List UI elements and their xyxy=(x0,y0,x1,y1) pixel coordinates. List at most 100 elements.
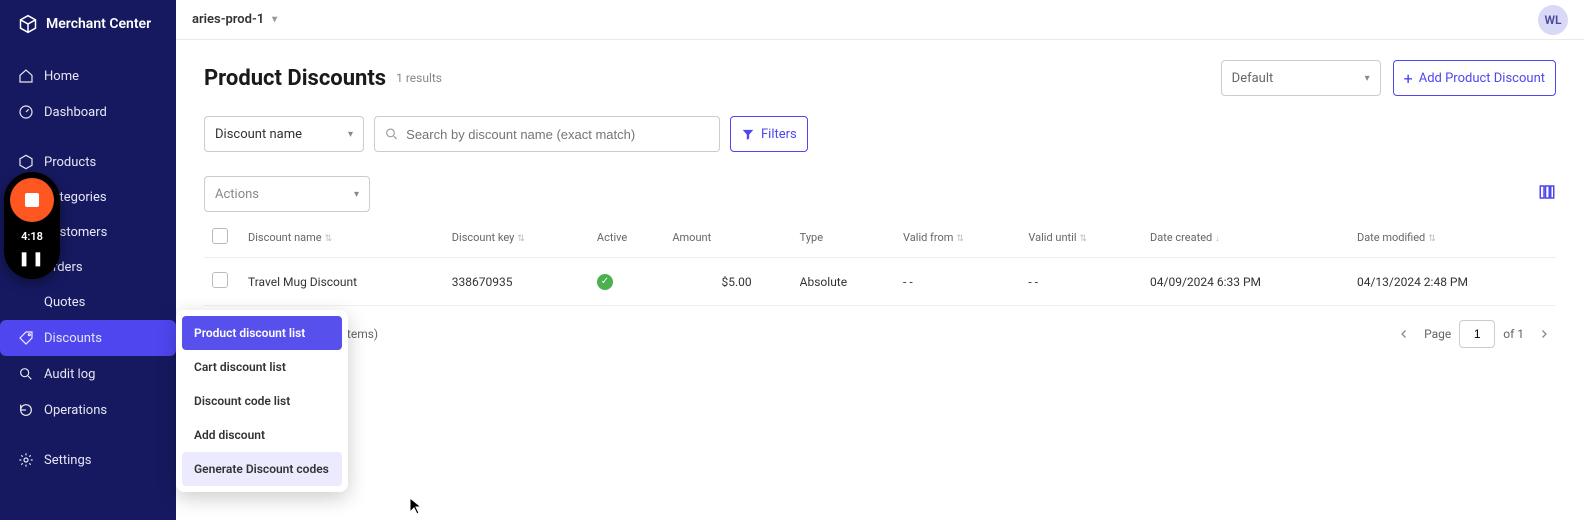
page-input[interactable] xyxy=(1459,320,1495,348)
items-summary: items) xyxy=(344,327,378,341)
search-input[interactable] xyxy=(404,126,709,143)
row-checkbox[interactable] xyxy=(212,272,228,288)
page-next-button[interactable] xyxy=(1532,322,1556,346)
col-amount[interactable]: Amount xyxy=(664,218,791,258)
gauge-icon xyxy=(18,104,34,120)
cell-valid-from: - - xyxy=(895,258,1020,306)
search-field-value: Discount name xyxy=(215,127,302,142)
cell-date-modified: 04/13/2024 2:48 PM xyxy=(1349,258,1556,306)
add-product-discount-button[interactable]: + Add Product Discount xyxy=(1393,60,1556,96)
cell-date-created: 04/09/2024 6:33 PM xyxy=(1142,258,1349,306)
actions-label: Actions xyxy=(215,187,259,202)
sidebar-item-label: Discounts xyxy=(44,331,102,346)
recorder-pause-button[interactable]: ❚❚ xyxy=(18,251,45,267)
table-footer: items) Page of 1 xyxy=(204,320,1556,348)
page-title: Product Discounts xyxy=(204,66,386,91)
columns-button[interactable] xyxy=(1538,183,1556,205)
sidebar-item-quotes[interactable]: Quotes xyxy=(0,285,176,320)
sidebar-item-dashboard[interactable]: Dashboard xyxy=(0,94,176,130)
recorder-stop-button[interactable] xyxy=(10,178,54,222)
box-icon xyxy=(18,154,34,170)
recorder-widget: 4:18 ❚❚ xyxy=(4,172,60,279)
sort-select[interactable]: Default ▾ xyxy=(1221,60,1381,96)
project-name: aries-prod-1 xyxy=(192,12,264,27)
col-active[interactable]: Active xyxy=(589,218,664,258)
col-discount-name[interactable]: Discount name⇅ xyxy=(240,218,444,258)
cube-icon xyxy=(18,14,38,34)
refresh-icon xyxy=(18,402,34,418)
results-count: 1 results xyxy=(396,71,442,85)
plus-icon: + xyxy=(1404,69,1413,88)
page-header: Product Discounts 1 results Default ▾ + … xyxy=(204,60,1556,96)
cell-discount-name: Travel Mug Discount xyxy=(240,258,444,306)
sidebar-item-settings[interactable]: Settings xyxy=(0,442,176,478)
actions-select[interactable]: Actions ▾ xyxy=(204,176,370,212)
main-content: Product Discounts 1 results Default ▾ + … xyxy=(176,40,1584,520)
chevron-down-icon: ▾ xyxy=(348,129,353,140)
stop-icon xyxy=(25,193,39,207)
columns-icon xyxy=(1538,183,1556,201)
filters-button[interactable]: Filters xyxy=(730,116,808,152)
col-date-created[interactable]: Date created↓ xyxy=(1142,218,1349,258)
avatar-initials: WL xyxy=(1544,13,1561,27)
cell-type: Absolute xyxy=(792,258,895,306)
chevron-down-icon: ▾ xyxy=(1365,73,1370,84)
chevron-down-icon: ▾ xyxy=(354,189,359,200)
search-field-select[interactable]: Discount name ▾ xyxy=(204,116,364,152)
col-valid-from[interactable]: Valid from⇅ xyxy=(895,218,1020,258)
discounts-submenu: Product discount list Cart discount list… xyxy=(176,310,348,492)
active-badge: ✓ xyxy=(597,274,613,290)
sidebar-item-label: Products xyxy=(44,155,96,170)
search-list-icon xyxy=(18,366,34,382)
submenu-product-discount-list[interactable]: Product discount list xyxy=(182,316,342,350)
project-select[interactable]: aries-prod-1 ▾ xyxy=(192,12,277,27)
cell-valid-until: - - xyxy=(1020,258,1142,306)
gear-icon xyxy=(18,452,34,468)
search-input-wrapper xyxy=(374,116,720,152)
table-row[interactable]: Travel Mug Discount 338670935 ✓ $5.00 Ab… xyxy=(204,258,1556,306)
actions-row: Actions ▾ xyxy=(204,176,1556,212)
sidebar-item-label: Quotes xyxy=(44,295,85,310)
sidebar-item-operations[interactable]: Operations xyxy=(0,392,176,428)
sidebar-item-home[interactable]: Home xyxy=(0,58,176,94)
col-type[interactable]: Type xyxy=(792,218,895,258)
sort-icon: ⇅ xyxy=(1428,234,1436,244)
submenu-cart-discount-list[interactable]: Cart discount list xyxy=(182,350,342,384)
sidebar-item-label: Settings xyxy=(44,453,91,468)
topbar: aries-prod-1 ▾ WL xyxy=(176,0,1584,40)
submenu-add-discount[interactable]: Add discount xyxy=(182,418,342,452)
recorder-time: 4:18 xyxy=(21,230,43,243)
select-all-checkbox[interactable] xyxy=(212,228,228,244)
cell-discount-key: 338670935 xyxy=(444,258,589,306)
chevron-down-icon: ▾ xyxy=(272,14,277,25)
app-name: Merchant Center xyxy=(46,16,151,32)
col-valid-until[interactable]: Valid until⇅ xyxy=(1020,218,1142,258)
sidebar-item-audit-log[interactable]: Audit log xyxy=(0,356,176,392)
page-label: Page xyxy=(1424,327,1451,341)
sidebar-item-discounts[interactable]: Discounts xyxy=(0,320,176,356)
discounts-table: Discount name⇅ Discount key⇅ Active Amou… xyxy=(204,218,1556,306)
submenu-discount-code-list[interactable]: Discount code list xyxy=(182,384,342,418)
app-brand: Merchant Center xyxy=(0,0,176,48)
col-date-modified[interactable]: Date modified⇅ xyxy=(1349,218,1556,258)
total-pages: of 1 xyxy=(1503,327,1524,341)
sort-icon: ↓ xyxy=(1215,234,1220,244)
pager: Page of 1 xyxy=(1392,320,1556,348)
add-button-label: Add Product Discount xyxy=(1419,71,1545,86)
chevron-right-icon xyxy=(1538,328,1550,340)
filters-label: Filters xyxy=(761,127,797,142)
avatar[interactable]: WL xyxy=(1538,5,1568,35)
cell-amount: $5.00 xyxy=(664,258,791,306)
submenu-generate-discount-codes[interactable]: Generate Discount codes xyxy=(182,452,342,486)
search-icon xyxy=(385,127,398,141)
tag-icon xyxy=(18,330,34,346)
sidebar-item-label: Operations xyxy=(44,403,107,418)
chevron-left-icon xyxy=(1398,328,1410,340)
sidebar-item-label: Dashboard xyxy=(44,105,107,120)
search-toolbar: Discount name ▾ Filters xyxy=(204,116,1556,152)
page-prev-button[interactable] xyxy=(1392,322,1416,346)
sort-icon: ⇅ xyxy=(325,234,333,244)
sort-icon: ⇅ xyxy=(956,234,964,244)
sort-icon: ⇅ xyxy=(517,234,525,244)
col-discount-key[interactable]: Discount key⇅ xyxy=(444,218,589,258)
